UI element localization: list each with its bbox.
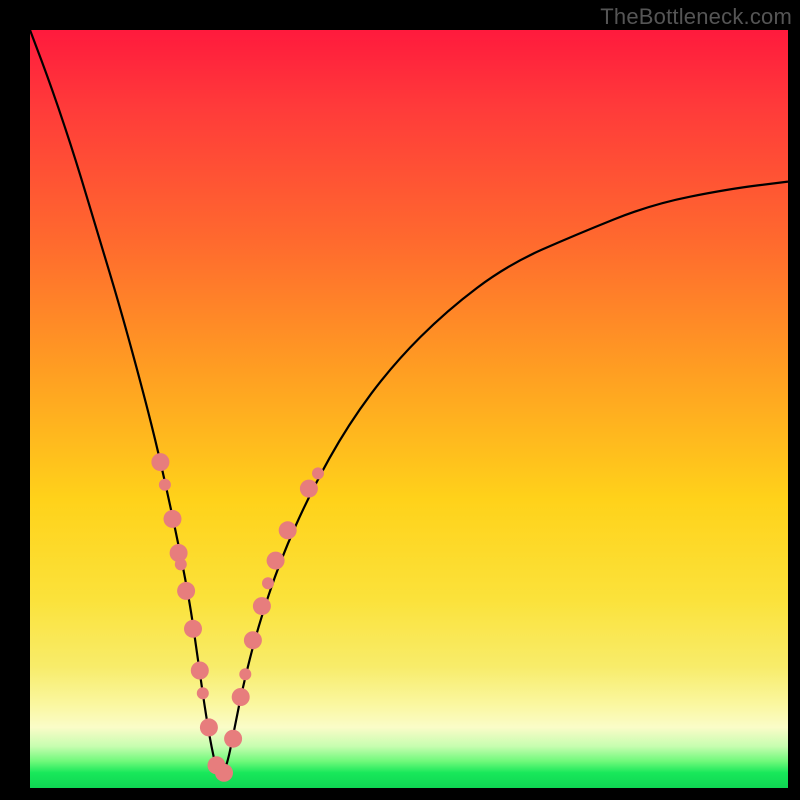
- sample-point: [279, 521, 297, 539]
- sample-point: [300, 480, 318, 498]
- sample-point: [200, 718, 218, 736]
- sample-point: [159, 479, 171, 491]
- sample-point: [215, 764, 233, 782]
- sample-point: [239, 668, 251, 680]
- sample-point: [197, 687, 209, 699]
- sample-point: [151, 453, 169, 471]
- sample-point: [244, 631, 262, 649]
- sample-point: [224, 730, 242, 748]
- sample-point: [262, 577, 274, 589]
- plot-area: [30, 30, 788, 788]
- chart-frame: TheBottleneck.com: [0, 0, 800, 800]
- sample-points-group: [151, 453, 324, 782]
- sample-point: [267, 552, 285, 570]
- sample-point: [164, 510, 182, 528]
- bottleneck-curve: [30, 30, 788, 775]
- bottleneck-svg: [30, 30, 788, 788]
- sample-point: [312, 467, 324, 479]
- watermark-text: TheBottleneck.com: [600, 4, 792, 30]
- sample-point: [191, 662, 209, 680]
- sample-point: [253, 597, 271, 615]
- sample-point: [177, 582, 195, 600]
- sample-point: [175, 558, 187, 570]
- sample-point: [184, 620, 202, 638]
- sample-point: [232, 688, 250, 706]
